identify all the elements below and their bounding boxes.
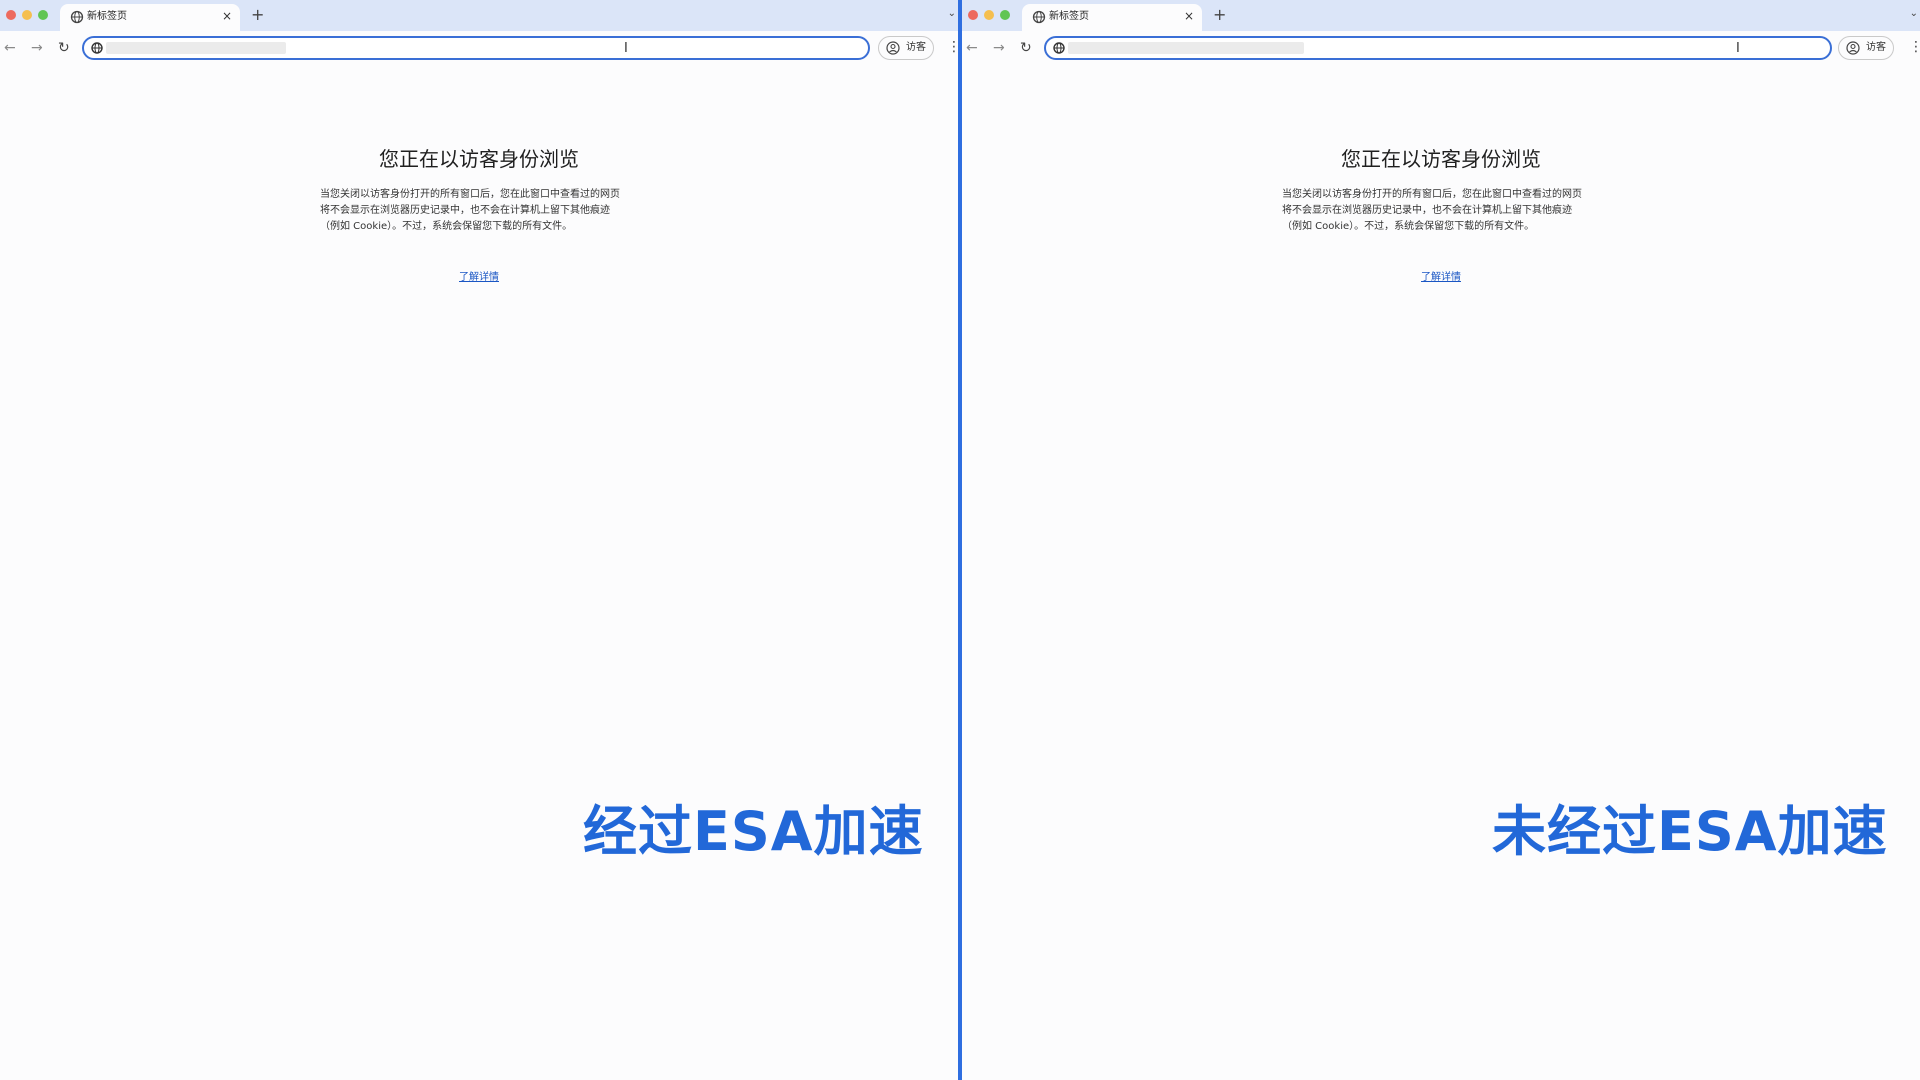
page-title: 您正在以访客身份浏览 [1341,147,1541,171]
tab-new-tab[interactable]: 新标签页 × [60,4,240,31]
profile-label: 访客 [906,42,926,53]
guest-page: 您正在以访客身份浏览 当您关闭以访客身份打开的所有窗口后，您在此窗口中查看过的网… [0,67,958,1080]
globe-icon [1032,10,1046,24]
tab-title: 新标签页 [1049,11,1089,22]
minimize-window-button[interactable] [984,10,994,20]
tab-strip: 新标签页 × + ⌄ [962,0,1920,31]
tab-new-tab[interactable]: 新标签页 × [1022,4,1202,31]
close-window-button[interactable] [6,10,16,20]
overlay-caption: 经过ESA加速 [583,800,924,863]
forward-button[interactable]: → [993,39,1005,57]
tab-strip: 新标签页 × + ⌄ [0,0,958,31]
forward-button[interactable]: → [31,39,43,57]
address-bar[interactable]: I [82,36,870,60]
new-tab-button[interactable]: + [1213,5,1226,25]
new-tab-button[interactable]: + [251,5,264,25]
text-cursor-icon: I [1736,41,1740,56]
description-line: （例如 Cookie）。不过，系统会保留您下载的所有文件。 [320,221,573,232]
tab-close-button[interactable]: × [222,8,232,24]
reload-button[interactable]: ↻ [58,39,70,57]
address-bar[interactable]: I [1044,36,1832,60]
globe-icon [1053,42,1065,54]
description-line: 当您关闭以访客身份打开的所有窗口后，您在此窗口中查看过的网页 [1282,189,1582,200]
description-line: 将不会显示在浏览器历史记录中，也不会在计算机上留下其他痕迹 [320,205,610,216]
description-line: 当您关闭以访客身份打开的所有窗口后，您在此窗口中查看过的网页 [320,189,620,200]
tab-title: 新标签页 [87,11,127,22]
tab-close-button[interactable]: × [1184,8,1194,24]
address-text-blurred [106,42,286,54]
learn-more-link[interactable]: 了解详情 [962,268,1920,283]
maximize-window-button[interactable] [1000,10,1010,20]
globe-icon [91,42,103,54]
browser-window-left: 新标签页 × + ⌄ ← → ↻ I 访客 ⋮ 您正在以访客身份浏览 当您关闭以… [0,0,958,1080]
guest-profile-button[interactable]: 访客 [878,36,934,60]
guest-profile-button[interactable]: 访客 [1838,36,1894,60]
overlay-caption: 未经过ESA加速 [1492,800,1888,863]
browser-window-right: 新标签页 × + ⌄ ← → ↻ I 访客 ⋮ 您正在以访客身份浏览 当您关闭以… [962,0,1920,1080]
reload-button[interactable]: ↻ [1020,39,1032,57]
minimize-window-button[interactable] [22,10,32,20]
toolbar: ← → ↻ I 访客 ⋮ [962,31,1920,67]
guest-avatar-icon [1846,41,1860,55]
back-button[interactable]: ← [4,39,16,57]
learn-more-link[interactable]: 了解详情 [0,268,958,283]
browser-menu-button[interactable]: ⋮ [1909,39,1920,55]
guest-description: 当您关闭以访客身份打开的所有窗口后，您在此窗口中查看过的网页 将不会显示在浏览器… [320,187,642,235]
page-title: 您正在以访客身份浏览 [379,147,579,171]
profile-label: 访客 [1866,42,1886,53]
tab-search-button[interactable]: ⌄ [1910,8,1918,19]
browser-menu-button[interactable]: ⋮ [947,39,958,55]
description-line: 将不会显示在浏览器历史记录中，也不会在计算机上留下其他痕迹 [1282,205,1572,216]
globe-icon [70,10,84,24]
guest-avatar-icon [886,41,900,55]
guest-description: 当您关闭以访客身份打开的所有窗口后，您在此窗口中查看过的网页 将不会显示在浏览器… [1282,187,1604,235]
address-text-blurred [1068,42,1304,54]
text-cursor-icon: I [624,41,628,56]
toolbar: ← → ↻ I 访客 ⋮ [0,31,958,67]
tab-search-button[interactable]: ⌄ [948,8,956,19]
guest-page: 您正在以访客身份浏览 当您关闭以访客身份打开的所有窗口后，您在此窗口中查看过的网… [962,67,1920,1080]
description-line: （例如 Cookie）。不过，系统会保留您下载的所有文件。 [1282,221,1535,232]
maximize-window-button[interactable] [38,10,48,20]
close-window-button[interactable] [968,10,978,20]
back-button[interactable]: ← [966,39,978,57]
